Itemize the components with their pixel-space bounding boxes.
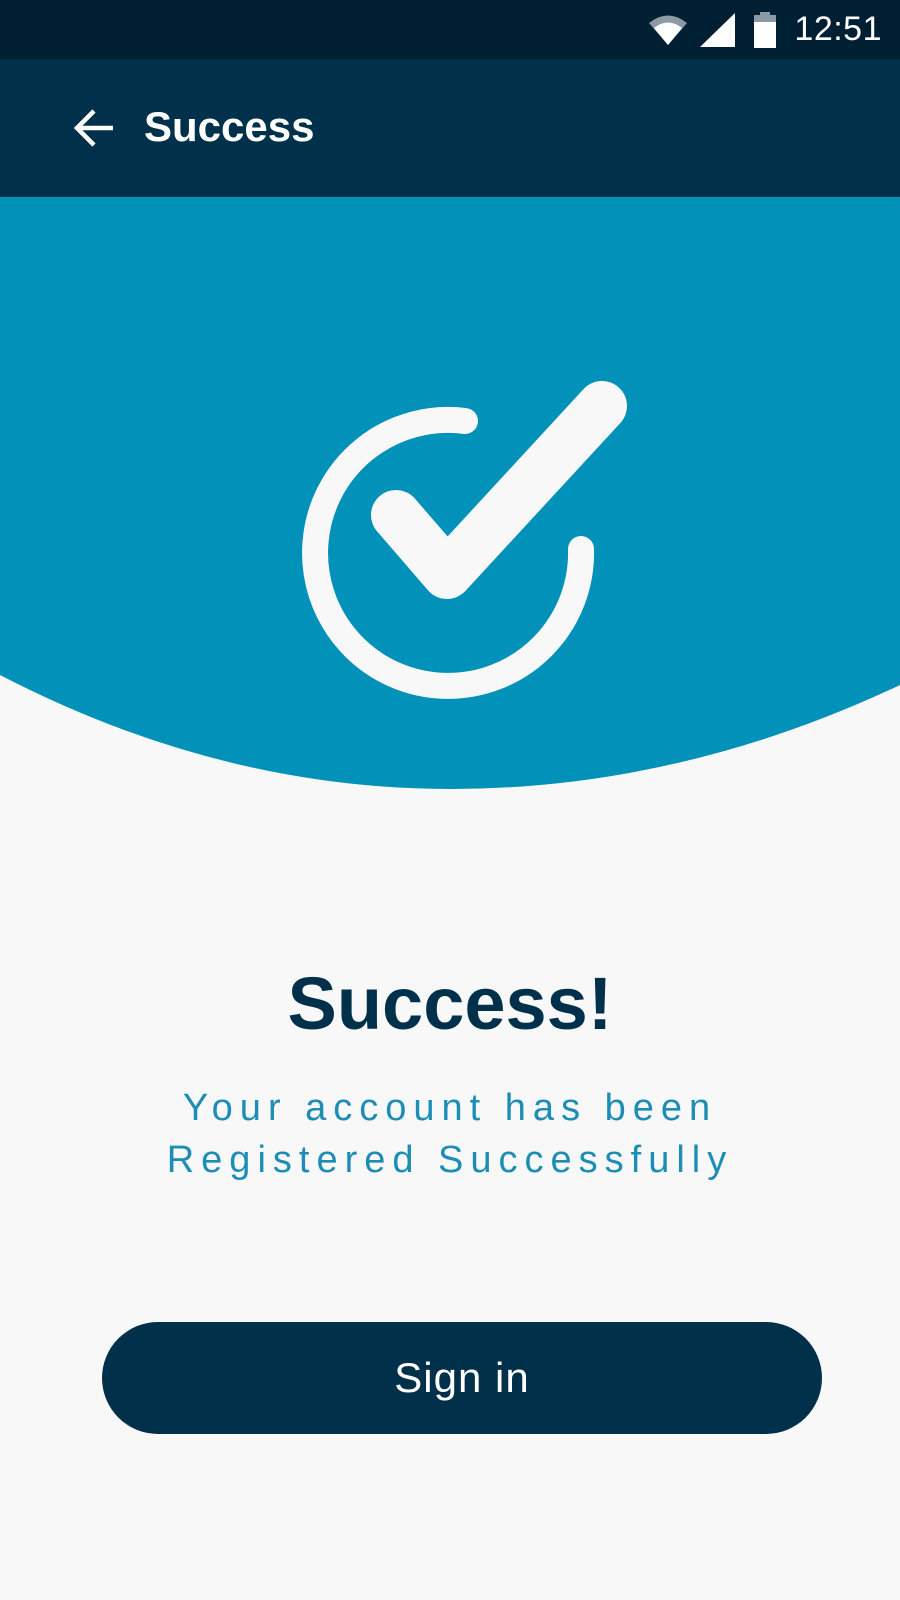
hero-background (0, 197, 900, 789)
app-bar-title: Success (144, 103, 315, 150)
status-bar: 12:51 (0, 0, 900, 59)
hero-banner (0, 197, 900, 797)
success-headline: Success! (287, 962, 613, 1045)
status-icons: 12:51 (648, 0, 882, 59)
back-button[interactable] (62, 95, 128, 161)
status-time: 12:51 (794, 10, 882, 48)
wifi-icon (649, 15, 688, 45)
success-message-line1: Your account has been (182, 1087, 718, 1129)
success-message-line2: Registered Successfully (166, 1139, 734, 1181)
sign-in-button[interactable]: Sign in (102, 1322, 822, 1434)
signal-icon (700, 12, 736, 47)
battery-icon (754, 11, 777, 48)
success-message: Your account has been Registered Success… (100, 1082, 800, 1186)
arrow-left-icon (73, 109, 113, 147)
app-bar: Success (0, 59, 900, 197)
success-screen: 12:51 Success Success! Your account has … (0, 0, 900, 1600)
